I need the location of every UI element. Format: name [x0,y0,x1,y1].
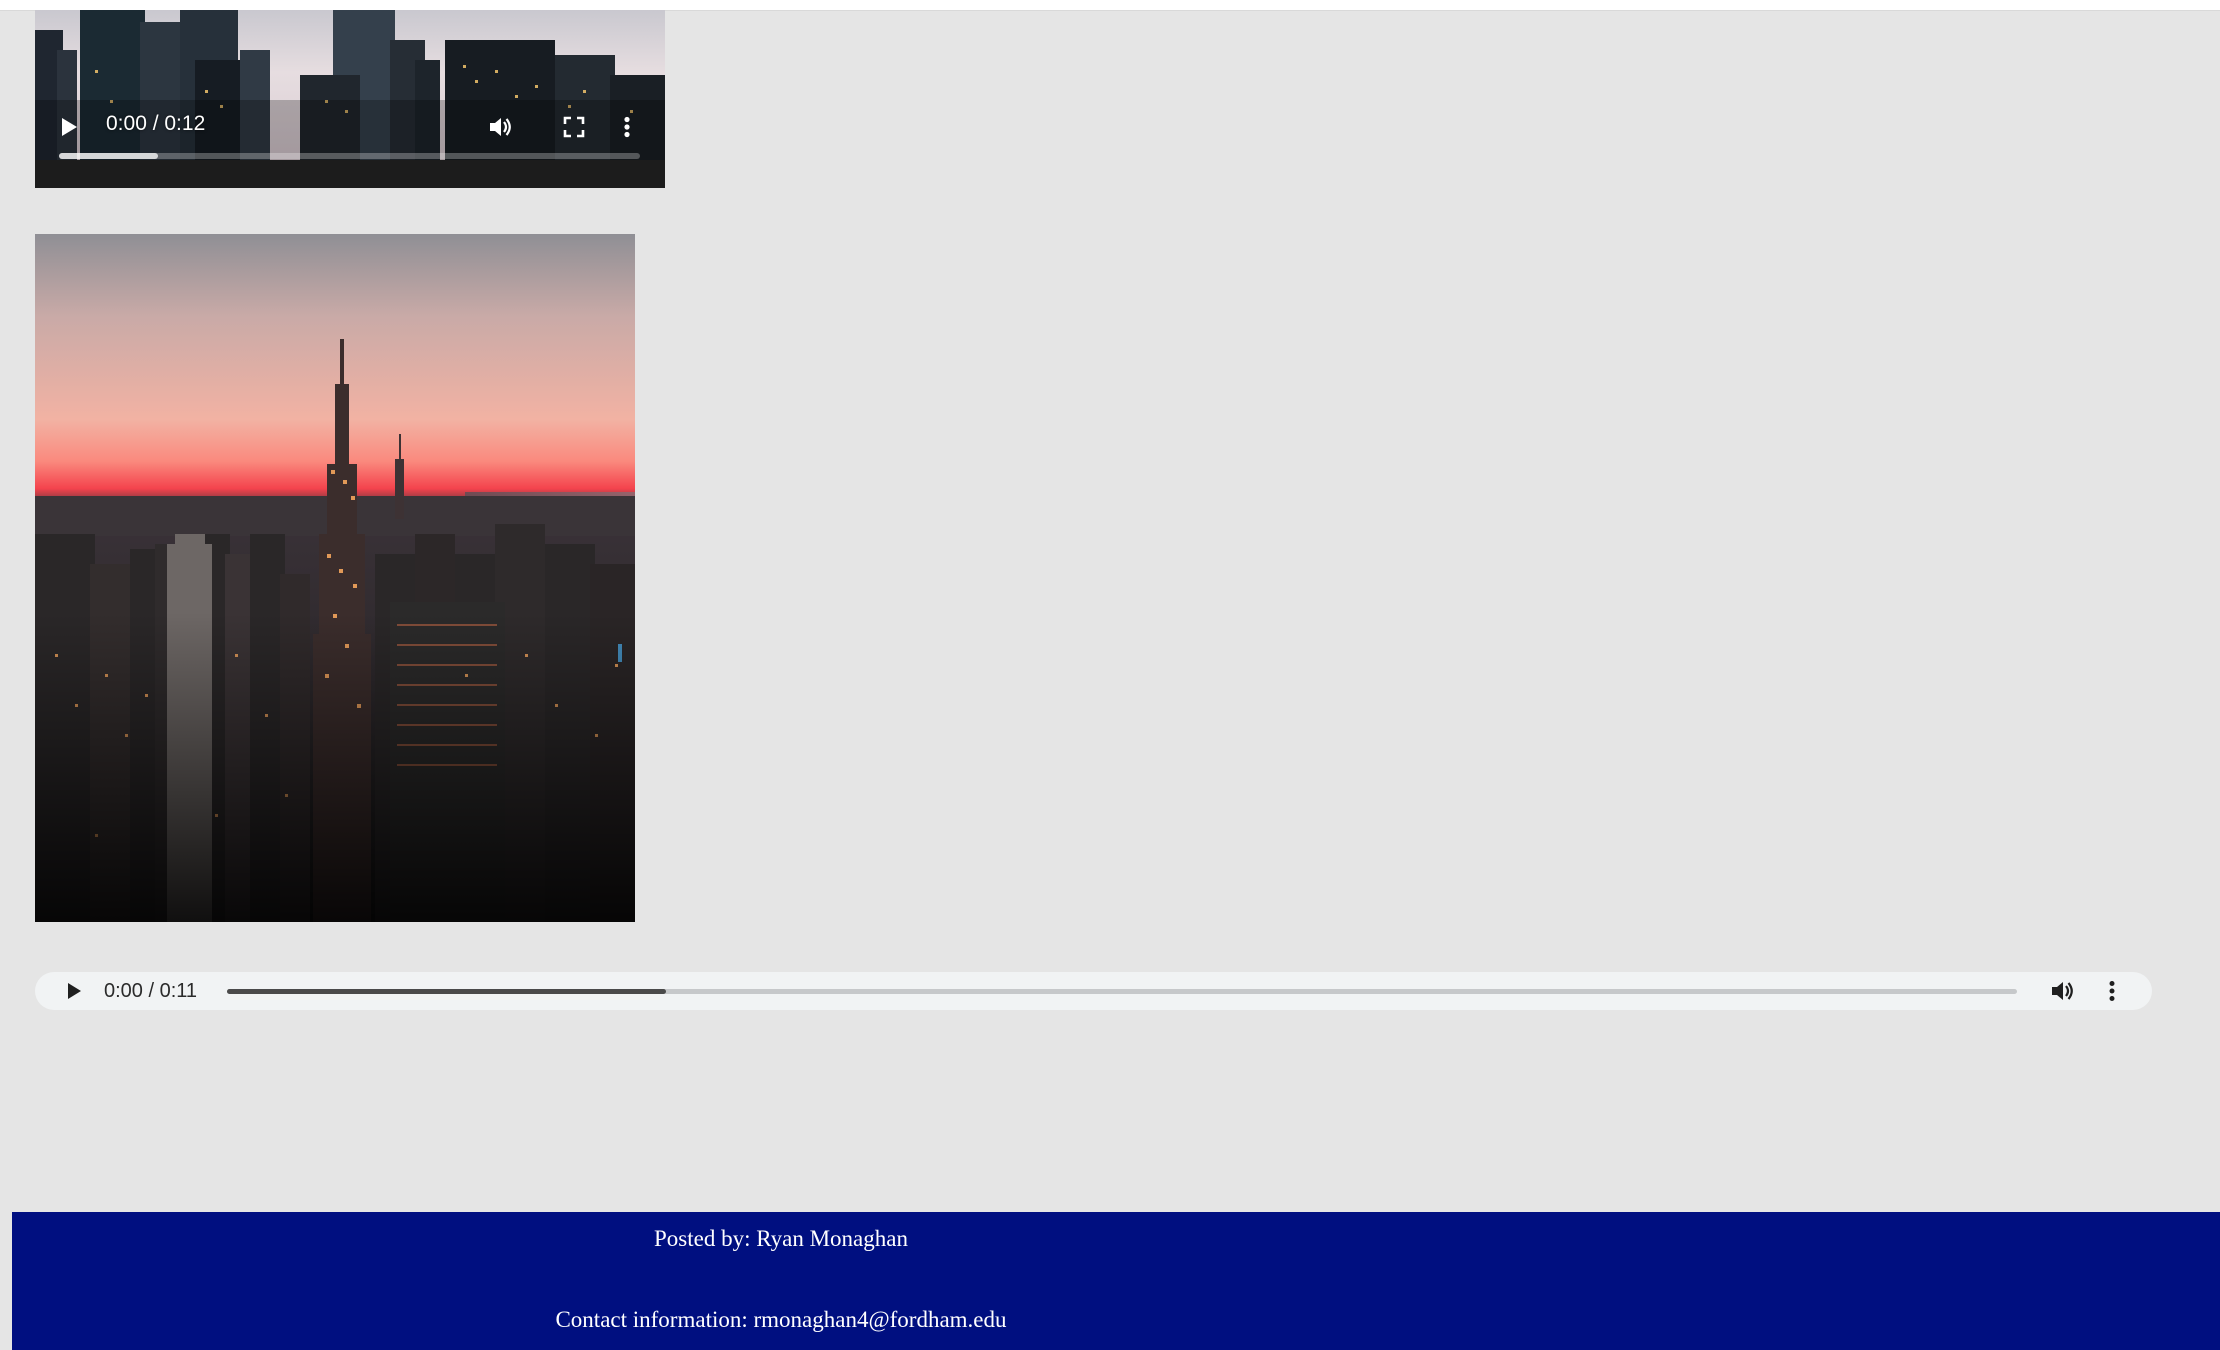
footer-contact-line: Contact information: rmonaghan4@fordham.… [12,1307,2220,1333]
contact-info: Contact information: rmonaghan4@fordham.… [555,1307,1006,1333]
volume-icon[interactable] [483,109,519,145]
fullscreen-icon[interactable] [556,109,592,145]
more-options-icon[interactable] [609,109,645,145]
play-icon[interactable] [56,973,92,1009]
skyline-image [35,234,635,922]
audio-progress-bar[interactable] [227,989,2017,994]
video-bottom-bar [35,160,665,188]
audio-progress-fill [227,989,666,994]
more-options-icon[interactable] [2094,973,2130,1009]
posted-by-text: Posted by: Ryan Monaghan [654,1226,908,1251]
skyline-photo [35,234,635,922]
volume-icon[interactable] [2045,973,2081,1009]
video-progress-fill [59,153,158,159]
footer-posted-by-line: Posted by: Ryan Monaghan [12,1226,2220,1252]
video-progress-bar[interactable] [59,153,640,159]
video-player[interactable]: 0:00 / 0:12 [35,10,665,188]
page-footer: Posted by: Ryan Monaghan Contact informa… [12,1212,2220,1350]
page: 0:00 / 0:12 0:00 / 0:11 Posted by: Ryan … [0,0,2220,1350]
audio-time-display: 0:00 / 0:11 [104,980,198,1002]
audio-player[interactable]: 0:00 / 0:11 [35,972,2152,1010]
contact-label: Contact information: [555,1307,754,1332]
contact-email-link[interactable]: rmonaghan4@fordham.edu [753,1307,1006,1332]
video-controls: 0:00 / 0:12 [35,98,665,156]
play-icon[interactable] [51,109,87,145]
video-time-display: 0:00 / 0:12 [106,112,206,135]
